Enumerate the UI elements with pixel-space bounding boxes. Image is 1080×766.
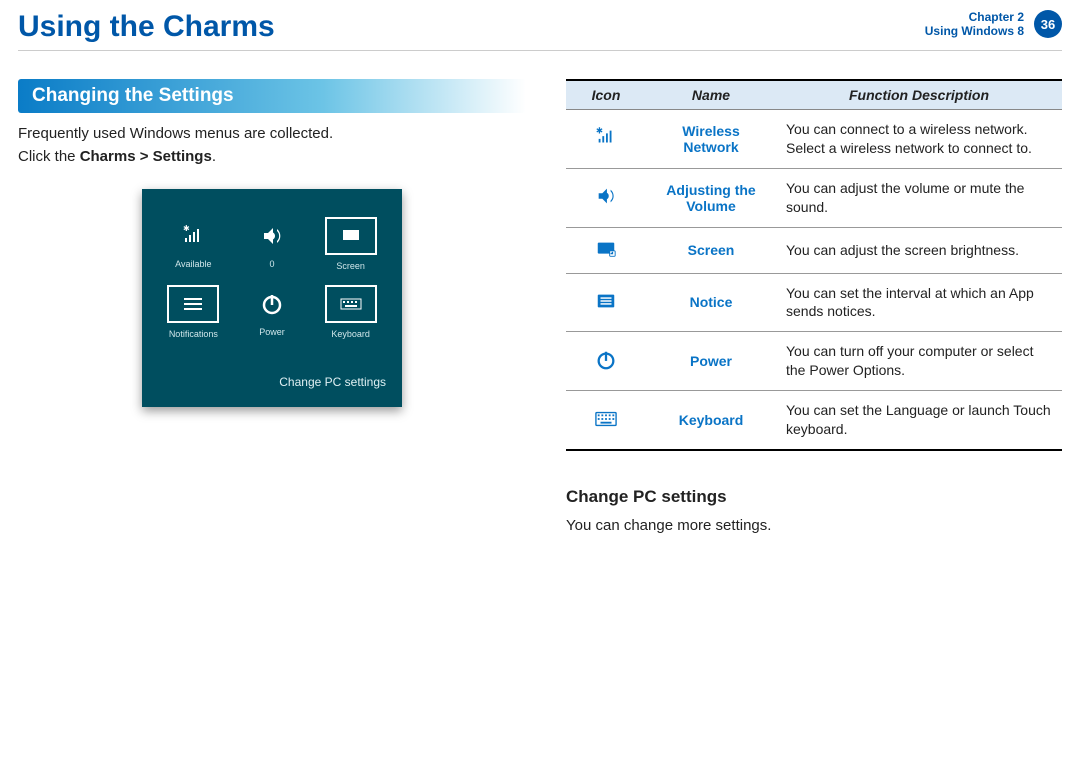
settings-panel: ✱ Available 0 Screen (142, 189, 402, 407)
tile-label: Screen (336, 261, 365, 271)
row-desc: You can adjust the screen brightness. (776, 227, 1062, 273)
screen-icon (566, 227, 646, 273)
table-row: Adjusting the Volume You can adjust the … (566, 168, 1062, 227)
tile-keyboard[interactable]: Keyboard (313, 279, 388, 343)
chapter-block: Chapter 2 Using Windows 8 (925, 10, 1024, 39)
table-row: ✱ Wireless Network You can connect to a … (566, 110, 1062, 169)
row-desc: You can set the interval at which an App… (776, 273, 1062, 332)
table-row: Power You can turn off your computer or … (566, 332, 1062, 391)
th-name: Name (646, 80, 776, 110)
row-desc: You can turn off your computer or select… (776, 332, 1062, 391)
chapter-label: Chapter 2 (925, 10, 1024, 24)
page-header: Using the Charms Chapter 2 Using Windows… (0, 0, 1080, 44)
th-icon: Icon (566, 80, 646, 110)
notice-icon (566, 273, 646, 332)
intro-line-1: Frequently used Windows menus are collec… (18, 123, 526, 144)
row-name: Adjusting the Volume (646, 168, 776, 227)
intro-bold: Charms > Settings (80, 148, 212, 165)
tile-wireless[interactable]: ✱ Available (156, 211, 231, 275)
svg-text:✱: ✱ (183, 224, 190, 233)
page-number-badge: 36 (1034, 10, 1062, 38)
sub-heading: Change PC settings (566, 487, 1062, 507)
change-pc-settings-link[interactable]: Change PC settings (142, 347, 402, 399)
table-row: Screen You can adjust the screen brightn… (566, 227, 1062, 273)
content-columns: Changing the Settings Frequently used Wi… (0, 51, 1080, 534)
keyboard-icon (325, 285, 377, 323)
function-table: Icon Name Function Description ✱ Wireles… (566, 79, 1062, 451)
left-column: Changing the Settings Frequently used Wi… (18, 79, 526, 534)
power-icon (248, 287, 296, 321)
tile-label: Keyboard (331, 329, 370, 339)
page-title: Using the Charms (18, 10, 275, 44)
settings-tiles: ✱ Available 0 Screen (142, 207, 402, 347)
screen-icon (325, 217, 377, 255)
wireless-icon: ✱ (169, 219, 217, 253)
section-heading: Changing the Settings (18, 79, 526, 113)
row-desc: You can connect to a wireless network. S… (776, 110, 1062, 169)
tile-screen[interactable]: Screen (313, 211, 388, 275)
row-name: Power (646, 332, 776, 391)
table-header-row: Icon Name Function Description (566, 80, 1062, 110)
intro-post: . (212, 148, 216, 165)
power-icon (566, 332, 646, 391)
row-name: Keyboard (646, 391, 776, 450)
notifications-icon (167, 285, 219, 323)
keyboard-icon (566, 391, 646, 450)
row-desc: You can adjust the volume or mute the so… (776, 168, 1062, 227)
svg-text:✱: ✱ (596, 127, 603, 136)
wireless-icon: ✱ (566, 110, 646, 169)
row-name: Wireless Network (646, 110, 776, 169)
tile-notifications[interactable]: Notifications (156, 279, 231, 343)
volume-icon (248, 219, 296, 253)
th-desc: Function Description (776, 80, 1062, 110)
header-right: Chapter 2 Using Windows 8 36 (925, 10, 1062, 39)
intro-pre: Click the (18, 148, 80, 165)
table-row: Notice You can set the interval at which… (566, 273, 1062, 332)
row-name: Notice (646, 273, 776, 332)
row-name: Screen (646, 227, 776, 273)
tile-label: Power (259, 327, 285, 337)
tile-volume[interactable]: 0 (235, 211, 310, 275)
right-column: Icon Name Function Description ✱ Wireles… (566, 79, 1062, 534)
table-row: Keyboard You can set the Language or lau… (566, 391, 1062, 450)
volume-icon (566, 168, 646, 227)
intro-line-2: Click the Charms > Settings. (18, 148, 526, 165)
tile-power[interactable]: Power (235, 279, 310, 343)
sub-body: You can change more settings. (566, 517, 1062, 534)
tile-label: 0 (269, 259, 274, 269)
section-label: Using Windows 8 (925, 24, 1024, 38)
row-desc: You can set the Language or launch Touch… (776, 391, 1062, 450)
tile-label: Available (175, 259, 211, 269)
tile-label: Notifications (169, 329, 218, 339)
